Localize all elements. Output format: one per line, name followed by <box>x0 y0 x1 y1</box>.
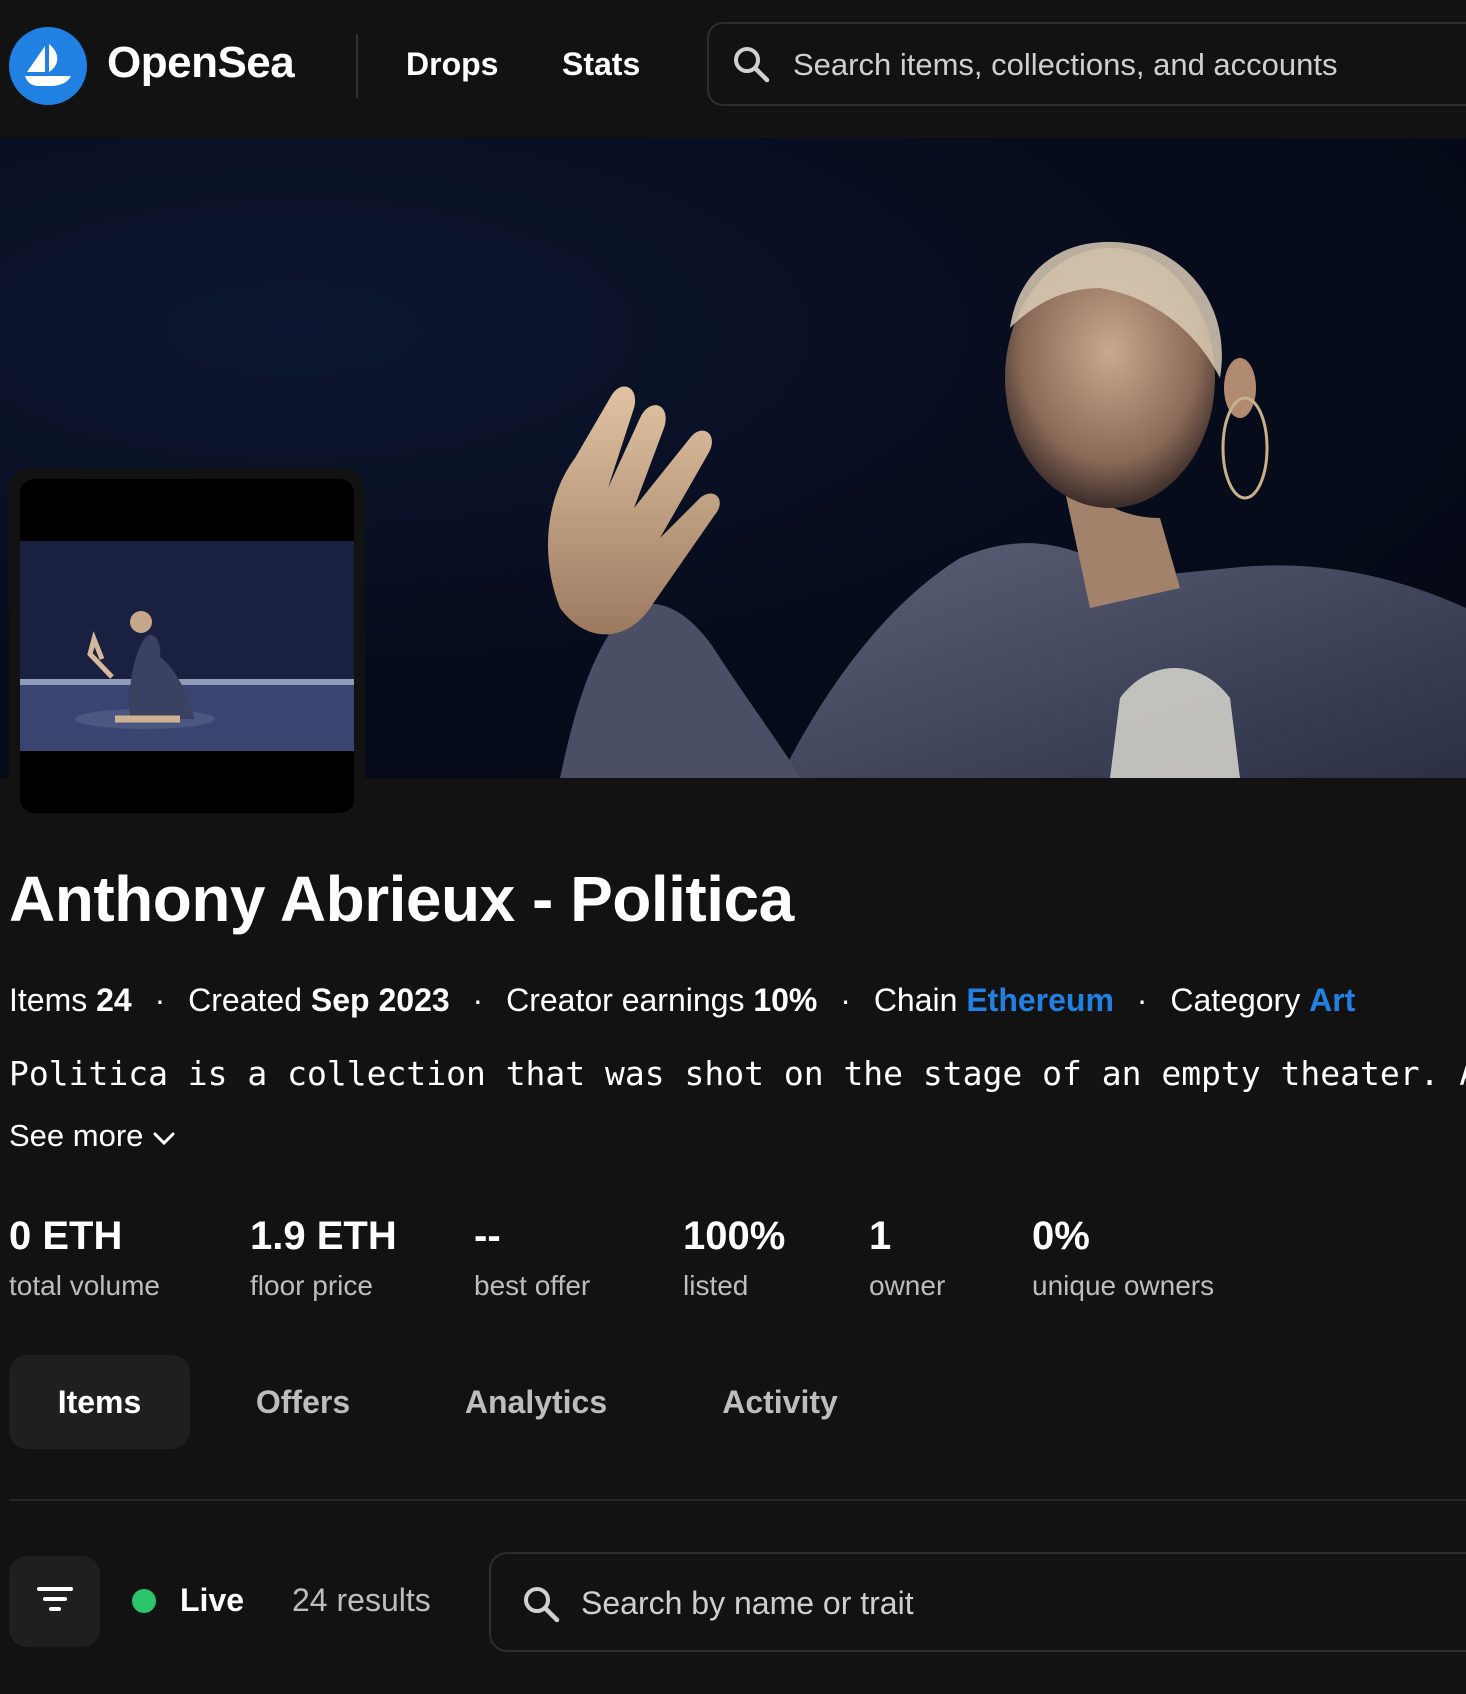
meta-earnings-label: Creator earnings <box>506 982 745 1018</box>
stat-label: unique owners <box>1032 1270 1215 1301</box>
tab-items[interactable]: Items <box>9 1355 190 1449</box>
stat-label: owner <box>869 1270 946 1301</box>
chevron-down-icon <box>153 1118 175 1154</box>
nav-link-drops[interactable]: Drops <box>406 46 498 83</box>
item-search-input[interactable] <box>579 1580 1463 1626</box>
stat-label: floor price <box>250 1270 373 1301</box>
global-search-box[interactable] <box>707 22 1466 106</box>
live-status-label: Live <box>180 1582 245 1618</box>
meta-separator: · <box>472 982 484 1018</box>
meta-category-label: Category <box>1170 982 1301 1018</box>
global-search-input[interactable] <box>791 42 1466 88</box>
meta-items-value: 24 <box>96 982 132 1018</box>
filter-icon <box>36 1585 73 1618</box>
meta-chain-link[interactable]: Ethereum <box>966 982 1114 1018</box>
stat-value: -- <box>474 1214 501 1258</box>
meta-created-value: Sep 2023 <box>310 982 450 1018</box>
tab-offers[interactable]: Offers <box>228 1355 378 1449</box>
meta-category-link[interactable]: Art <box>1309 982 1355 1018</box>
stat-total-volume: 0 ETH total volume <box>9 1212 160 1302</box>
stat-owner: 1 owner <box>869 1212 945 1302</box>
nav-link-stats[interactable]: Stats <box>562 46 640 83</box>
search-icon <box>731 44 771 89</box>
item-search-box[interactable] <box>489 1552 1466 1652</box>
meta-separator: · <box>154 982 166 1018</box>
meta-earnings-value: 10% <box>753 982 818 1018</box>
see-more-button[interactable]: See more <box>9 1118 175 1154</box>
stat-best-offer: -- best offer <box>474 1212 590 1302</box>
search-icon <box>521 1584 561 1629</box>
collection-meta: Items 24 · Created Sep 2023 · Creator ea… <box>9 982 1355 1019</box>
stat-value: 0% <box>1032 1214 1090 1258</box>
tab-analytics[interactable]: Analytics <box>440 1355 632 1449</box>
collection-title: Anthony Abrieux - Politica <box>9 863 794 935</box>
stat-label: listed <box>683 1270 749 1301</box>
stat-value: 1.9 ETH <box>250 1214 397 1258</box>
meta-created-label: Created <box>188 982 302 1018</box>
see-more-label: See more <box>9 1118 144 1153</box>
stat-label: best offer <box>474 1270 591 1301</box>
stat-value: 1 <box>869 1214 892 1258</box>
opensea-logo-icon[interactable] <box>9 27 87 105</box>
tab-activity[interactable]: Activity <box>694 1355 866 1449</box>
nav-divider <box>356 34 358 98</box>
tabs-divider <box>9 1499 1466 1501</box>
live-status-dot <box>132 1589 156 1613</box>
stat-label: total volume <box>9 1270 160 1301</box>
stat-value: 0 ETH <box>9 1214 123 1258</box>
stat-unique-owners: 0% unique owners <box>1032 1212 1214 1302</box>
meta-chain-label: Chain <box>873 982 958 1018</box>
filter-toggle-button[interactable] <box>9 1556 100 1647</box>
meta-items-label: Items <box>9 982 88 1018</box>
collection-avatar[interactable] <box>9 468 365 818</box>
stat-value: 100% <box>683 1214 786 1258</box>
results-count: 24 results <box>292 1582 431 1618</box>
stat-floor-price: 1.9 ETH floor price <box>250 1212 397 1302</box>
meta-separator: · <box>1136 982 1148 1018</box>
top-nav: OpenSea Drops Stats <box>0 0 1466 138</box>
collection-description: Politica is a collection that was shot o… <box>9 1054 1466 1093</box>
meta-separator: · <box>840 982 851 1018</box>
collection-avatar-image <box>20 479 354 813</box>
stat-listed: 100% listed <box>683 1212 785 1302</box>
brand-name[interactable]: OpenSea <box>107 38 295 88</box>
